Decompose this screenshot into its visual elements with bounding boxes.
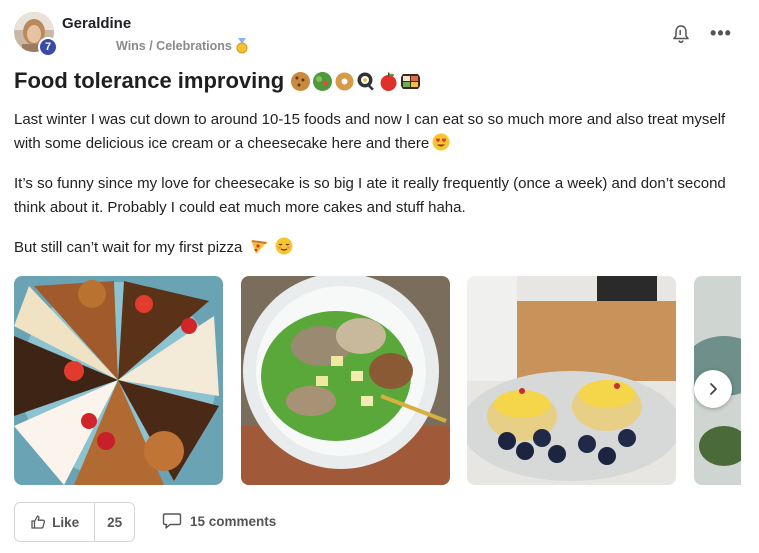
frying-pan-icon bbox=[357, 72, 375, 91]
pizza-emoji-icon bbox=[250, 240, 267, 254]
post-card: 7 Geraldine Wins / Celebrations ••• Food… bbox=[0, 0, 759, 553]
salad-photo[interactable] bbox=[241, 276, 450, 485]
chevron-right-icon bbox=[710, 383, 717, 395]
eggs-blueberries-photo[interactable] bbox=[467, 276, 676, 485]
paragraph: Last winter I was cut down to around 10-… bbox=[14, 111, 726, 152]
title-emojis bbox=[290, 71, 421, 92]
comments-label: 15 comments bbox=[190, 513, 277, 529]
cookie-icon bbox=[291, 71, 311, 91]
like-control: Like 25 bbox=[14, 502, 135, 542]
gallery-next-button[interactable] bbox=[694, 370, 732, 408]
comments-link[interactable]: 15 comments bbox=[162, 512, 276, 530]
avatar[interactable]: 7 bbox=[14, 12, 58, 57]
apple-icon bbox=[380, 72, 397, 91]
like-label: Like bbox=[52, 514, 80, 530]
post-title-row: Food tolerance improving bbox=[14, 68, 421, 94]
cakes-photo[interactable] bbox=[14, 276, 223, 485]
post-title: Food tolerance improving bbox=[14, 68, 285, 93]
medal-icon bbox=[236, 38, 248, 54]
category-breadcrumb[interactable]: Wins / Celebrations bbox=[116, 38, 249, 54]
notification-bell-icon[interactable] bbox=[672, 24, 690, 44]
comment-icon bbox=[162, 513, 182, 529]
like-count[interactable]: 25 bbox=[95, 503, 134, 541]
post-body: Last winter I was cut down to around 10-… bbox=[14, 108, 744, 276]
like-button[interactable]: Like bbox=[15, 503, 96, 541]
salad-icon bbox=[313, 71, 333, 91]
heart-eyes-emoji-icon bbox=[432, 133, 450, 151]
more-options-icon[interactable]: ••• bbox=[710, 23, 732, 43]
photo-gallery bbox=[14, 276, 741, 486]
paragraph: But still can’t wait for my first pizza bbox=[14, 236, 744, 260]
relieved-emoji-icon bbox=[275, 237, 293, 255]
category-label: Wins / Celebrations bbox=[116, 39, 232, 53]
bento-icon bbox=[401, 73, 421, 89]
paragraph: It’s so funny since my love for cheeseca… bbox=[14, 175, 726, 216]
bagel-icon bbox=[335, 72, 354, 90]
level-badge: 7 bbox=[38, 37, 58, 57]
thumbs-up-icon bbox=[31, 515, 46, 529]
author-name[interactable]: Geraldine bbox=[62, 15, 131, 32]
